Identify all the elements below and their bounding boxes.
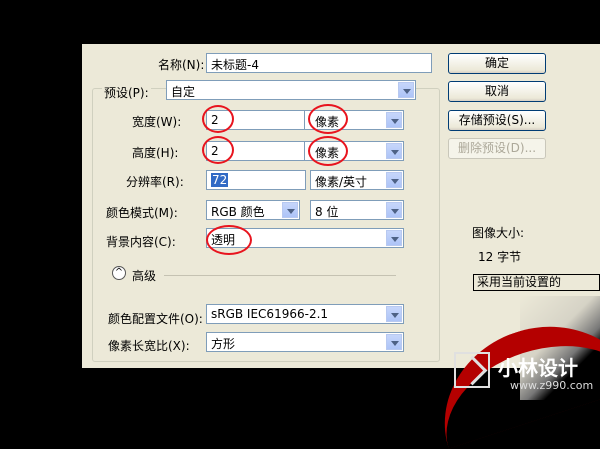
delete-preset-button: 删除预设(D)... [448, 138, 546, 159]
preset-select-value: 自定 [171, 85, 196, 99]
name-label: 名称(N): [158, 58, 205, 72]
use-current-settings-button[interactable]: 采用当前设置的 [473, 274, 600, 291]
chevron-down-icon[interactable] [386, 172, 402, 188]
color-profile-label: 颜色配置文件(O): [108, 312, 203, 326]
color-profile-value: sRGB IEC61966-2.1 [211, 307, 329, 321]
chevron-down-icon[interactable] [386, 306, 402, 322]
background-label: 背景内容(C): [106, 235, 176, 249]
chevron-down-icon[interactable] [386, 112, 402, 128]
bit-depth-select[interactable]: 8 位 [310, 200, 404, 220]
watermark-title: 小林设计 [498, 356, 578, 380]
ok-button[interactable]: 确定 [448, 53, 546, 74]
advanced-divider [164, 275, 396, 276]
chevron-down-icon[interactable] [398, 82, 414, 98]
watermark-logo-icon [454, 352, 490, 388]
resolution-unit-select[interactable]: 像素/英寸 [310, 170, 404, 190]
chevron-down-icon[interactable] [386, 334, 402, 350]
pixel-aspect-label: 像素长宽比(X): [108, 339, 190, 353]
preset-select[interactable]: 自定 [166, 80, 416, 100]
width-label: 宽度(W): [132, 115, 182, 129]
color-mode-label: 颜色模式(M): [106, 206, 178, 220]
preset-label: 预设(P): [102, 84, 151, 101]
resolution-unit-value: 像素/英寸 [315, 175, 368, 189]
color-profile-select[interactable]: sRGB IEC61966-2.1 [206, 304, 404, 324]
height-label: 高度(H): [132, 146, 179, 160]
name-input[interactable]: 未标题-4 [206, 53, 432, 73]
annotation-circle [202, 105, 234, 133]
chevron-down-icon[interactable] [386, 230, 402, 246]
annotation-circle [308, 136, 348, 166]
image-size-value: 12 字节 [478, 250, 522, 264]
pixel-aspect-value: 方形 [211, 337, 236, 351]
annotation-circle [206, 225, 252, 255]
chevron-down-icon[interactable] [386, 202, 402, 218]
watermark-url: www.z990.com [510, 379, 594, 392]
resolution-label: 分辨率(R): [126, 175, 184, 189]
bit-depth-value: 8 位 [315, 205, 339, 219]
resolution-value: 72 [211, 173, 229, 187]
collapse-chevron-icon[interactable]: ^ [112, 266, 126, 280]
advanced-label: 高级 [132, 269, 157, 283]
chevron-down-icon[interactable] [386, 143, 402, 159]
image-size-label: 图像大小: [472, 226, 525, 240]
color-mode-value: RGB 颜色 [211, 205, 265, 219]
cancel-button[interactable]: 取消 [448, 81, 546, 102]
resolution-input[interactable]: 72 [206, 170, 306, 190]
pixel-aspect-select[interactable]: 方形 [206, 332, 404, 352]
annotation-circle [308, 104, 348, 134]
chevron-down-icon[interactable] [282, 202, 298, 218]
color-mode-select[interactable]: RGB 颜色 [206, 200, 300, 220]
save-preset-button[interactable]: 存储预设(S)... [448, 110, 546, 131]
annotation-circle [202, 136, 234, 164]
